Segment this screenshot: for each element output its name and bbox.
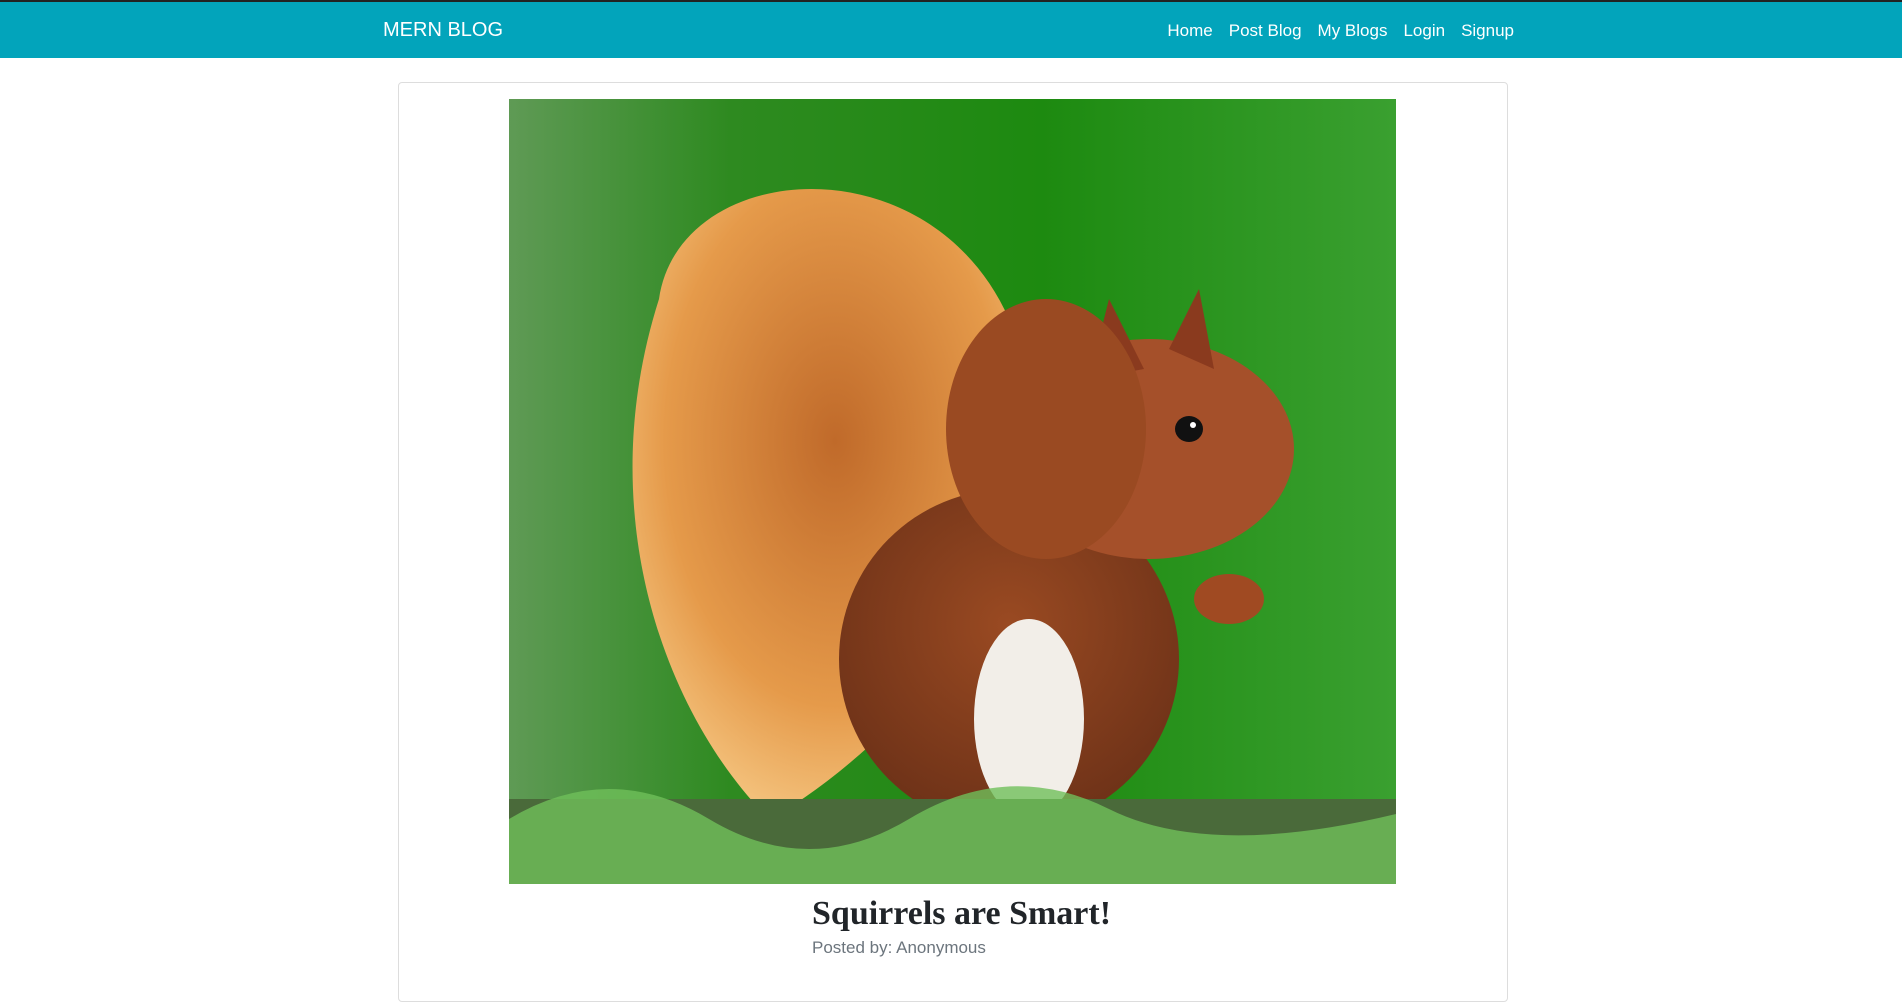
post-title: Squirrels are Smart! [812,895,1112,932]
nav-home[interactable]: Home [1167,21,1212,41]
nav-post-blog[interactable]: Post Blog [1229,21,1302,41]
nav-signup[interactable]: Signup [1461,21,1514,41]
post-author: Posted by: Anonymous [812,938,986,957]
brand-link[interactable]: MERN BLOG [383,19,503,42]
nav-my-blogs[interactable]: My Blogs [1318,21,1388,41]
post-image [509,99,1396,884]
nav-links: Home Post Blog My Blogs Login Signup [1167,21,1514,41]
navbar: MERN BLOG Home Post Blog My Blogs Login … [0,2,1902,58]
nav-login[interactable]: Login [1403,21,1445,41]
blog-post-card: Squirrels are Smart! Posted by: Anonymou… [398,82,1508,1002]
